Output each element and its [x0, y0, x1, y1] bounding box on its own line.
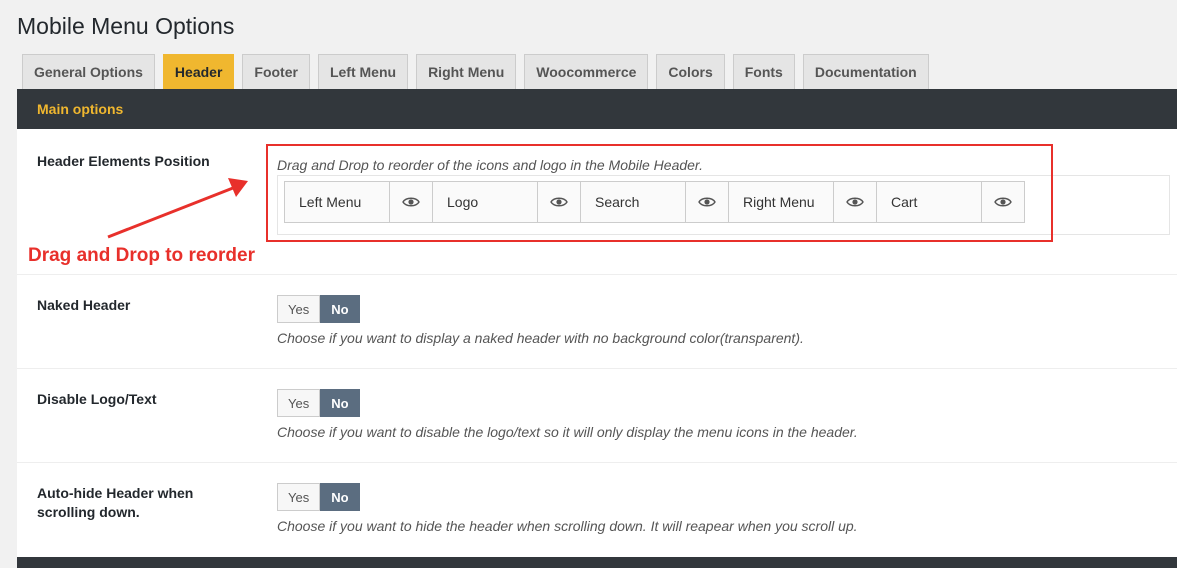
tab-documentation[interactable]: Documentation: [802, 54, 929, 89]
sortable-item-label: Search: [595, 194, 640, 210]
naked-header-no-button[interactable]: No: [320, 295, 360, 323]
naked-header-yes-button[interactable]: Yes: [277, 295, 321, 323]
auto-hide-label: Auto-hide Header when scrolling down.: [37, 485, 194, 520]
eye-icon[interactable]: [685, 182, 728, 222]
sortable-item-label: Logo: [447, 194, 479, 210]
disable-logo-toggle: Yes No: [277, 389, 360, 417]
sortable-item-left-menu[interactable]: Left Menu: [284, 181, 433, 223]
auto-hide-description: Choose if you want to hide the header wh…: [277, 518, 858, 534]
auto-hide-no-button[interactable]: No: [320, 483, 360, 511]
tab-footer[interactable]: Footer: [242, 54, 310, 89]
tab-bar: General Options Header Footer Left Menu …: [22, 53, 929, 89]
sortable-item-cart[interactable]: Cart: [876, 181, 1025, 223]
page-title: Mobile Menu Options: [17, 13, 235, 39]
tab-colors[interactable]: Colors: [656, 54, 725, 89]
naked-header-toggle: Yes No: [277, 295, 360, 323]
tab-woocommerce[interactable]: Woocommerce: [524, 54, 649, 89]
row-divider: [17, 368, 1177, 369]
options-panel: Main options Header Elements Position Dr…: [17, 89, 1177, 568]
row-divider: [17, 462, 1177, 463]
disable-logo-yes-button[interactable]: Yes: [277, 389, 321, 417]
sortable-item-label: Cart: [891, 194, 918, 210]
row-divider: [17, 274, 1177, 275]
naked-header-label: Naked Header: [37, 297, 131, 313]
disable-logo-no-button[interactable]: No: [320, 389, 360, 417]
sortable-item-search[interactable]: Search: [580, 181, 729, 223]
eye-icon[interactable]: [537, 182, 580, 222]
section-header: Main options: [17, 89, 1177, 129]
header-elements-label: Header Elements Position: [37, 153, 210, 169]
disable-logo-label: Disable Logo/Text: [37, 391, 157, 407]
annotation-callout: Drag and Drop to reorder: [28, 245, 255, 266]
sortable-list: Left Menu Logo Search Right Menu Cart: [284, 181, 1025, 223]
sortable-item-label: Right Menu: [743, 194, 815, 210]
tab-fonts[interactable]: Fonts: [732, 54, 795, 89]
sortable-item-logo[interactable]: Logo: [432, 181, 581, 223]
tab-header[interactable]: Header: [162, 54, 235, 89]
naked-header-description: Choose if you want to display a naked he…: [277, 330, 804, 346]
header-elements-description: Drag and Drop to reorder of the icons an…: [277, 157, 703, 173]
section-footer-bar: [17, 557, 1177, 568]
eye-icon[interactable]: [981, 182, 1024, 222]
section-title: Main options: [37, 101, 124, 117]
sortable-item-right-menu[interactable]: Right Menu: [728, 181, 877, 223]
disable-logo-description: Choose if you want to disable the logo/t…: [277, 424, 858, 440]
eye-icon[interactable]: [389, 182, 432, 222]
auto-hide-toggle: Yes No: [277, 483, 360, 511]
tab-right-menu[interactable]: Right Menu: [416, 54, 517, 89]
auto-hide-yes-button[interactable]: Yes: [277, 483, 321, 511]
tab-left-menu[interactable]: Left Menu: [317, 54, 409, 89]
eye-icon[interactable]: [833, 182, 876, 222]
sortable-item-label: Left Menu: [299, 194, 362, 210]
tab-general-options[interactable]: General Options: [22, 54, 155, 89]
